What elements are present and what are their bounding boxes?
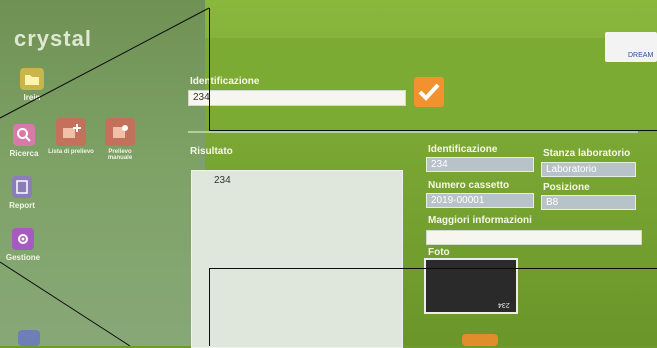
overlay-diagonal	[0, 7, 210, 346]
